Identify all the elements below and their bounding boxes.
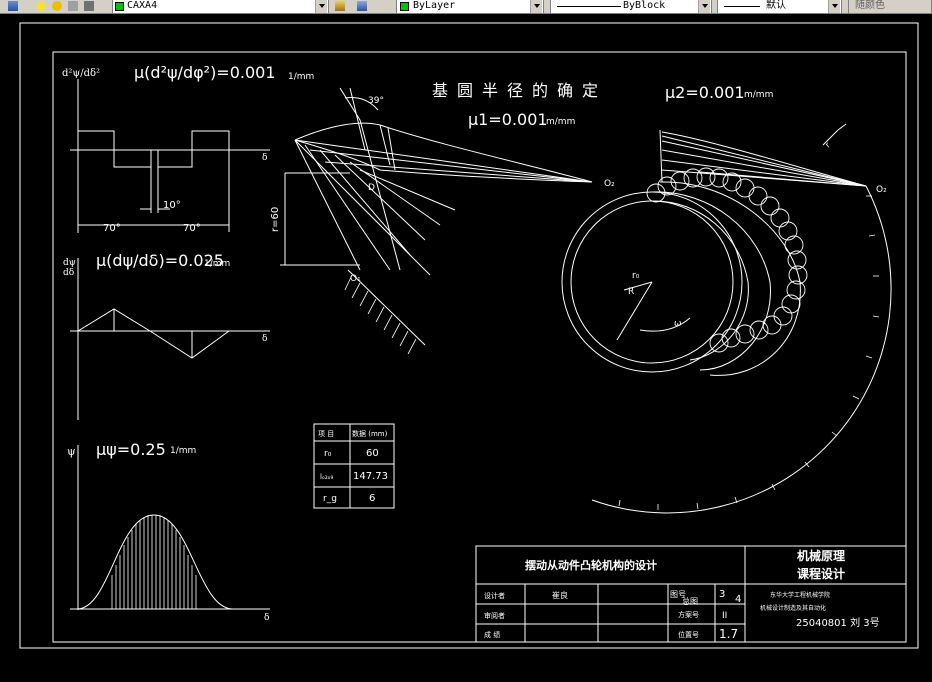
position-number-label: 位置号 xyxy=(678,630,699,639)
designer-name: 崔良 xyxy=(552,590,568,600)
displacement-graph xyxy=(70,445,270,610)
dim-70-right: 70° xyxy=(183,223,201,234)
drawing-canvas[interactable]: d²ψ/dδ² μ(d²ψ/dφ²)=0.001 1/mm δ 70° 70° … xyxy=(0,14,932,682)
velocity-graph xyxy=(70,258,270,420)
designer-label: 设计者 xyxy=(484,591,505,600)
r60-label: r=60 xyxy=(270,207,281,232)
school-line1: 东华大学工程机械学院 xyxy=(770,591,830,599)
layer-toolbar-icons xyxy=(2,0,112,14)
scale-mu1-unit: m/mm xyxy=(546,117,575,127)
sun-icon[interactable] xyxy=(52,1,63,11)
chevron-down-icon[interactable] xyxy=(315,0,327,13)
point-d-label: D xyxy=(368,183,375,193)
inner-frame xyxy=(52,51,907,643)
scale-mu-d2: μ(d²ψ/dφ²)=0.001 xyxy=(134,63,276,82)
roller-radius-label: r xyxy=(824,140,833,149)
cad-drawing: d²ψ/dδ² μ(d²ψ/dφ²)=0.001 1/mm δ 70° 70° … xyxy=(19,22,919,649)
table-row-value: 60 xyxy=(366,448,379,459)
course-title-line1: 机械原理 xyxy=(797,548,845,563)
school-line2: 机械设计制造及其自动化 xyxy=(760,604,826,612)
bulb-icon[interactable] xyxy=(36,1,47,11)
make-current-layer-icon[interactable] xyxy=(335,1,345,11)
scale-mu-psi: μψ=0.25 xyxy=(96,440,166,459)
chevron-down-icon[interactable] xyxy=(530,0,542,13)
table-row-label: r_g xyxy=(323,494,337,504)
table-header-data: 数据 (mm) xyxy=(352,429,388,438)
point-o2-left-label: O₂ xyxy=(604,179,615,189)
scale-mu-dpsi-unit: 1/mm xyxy=(204,259,230,269)
layer-extra-icons xyxy=(332,0,372,14)
axis-dpsi-top: dψ xyxy=(63,258,76,268)
linetype-dropdown-value: ByBlock xyxy=(623,0,666,11)
lock-icon[interactable] xyxy=(68,1,79,11)
table-row-value: 6 xyxy=(369,493,375,504)
color-swatch xyxy=(400,2,409,11)
dim-10: 10° xyxy=(163,200,181,211)
axis-delta-3: δ xyxy=(264,613,269,623)
base-radius-label: r₀ xyxy=(632,271,640,281)
design-title: 摆动从动件凸轮机构的设计 xyxy=(525,558,657,572)
table-row-label: lₒ₂ₒ₉ xyxy=(320,473,334,481)
table-row-label: r₀ xyxy=(324,449,332,459)
point-o2-right-label: O₂ xyxy=(876,185,887,195)
lineweight-dropdown-value: 默认 xyxy=(766,0,786,11)
layer-previous-icon[interactable] xyxy=(357,1,368,11)
student-id: 25040801 刘 3号 xyxy=(796,617,880,629)
color-dropdown[interactable]: ByLayer xyxy=(396,0,544,14)
axis-psi: ψ xyxy=(67,445,76,458)
axis-delta-2: δ xyxy=(262,334,267,344)
scale-mu2: μ2=0.001 xyxy=(665,83,745,102)
layer-color-swatch xyxy=(115,2,124,11)
course-title-line2: 课程设计 xyxy=(797,566,845,581)
linetype-preview xyxy=(557,6,621,7)
axis-d2psi-label: d²ψ/dδ² xyxy=(62,68,100,79)
point-o1-label: O₁ xyxy=(350,274,361,284)
position-number-value: 1.7 xyxy=(719,627,738,641)
scale-mu1: μ1=0.001 xyxy=(468,110,548,129)
plan-number-value: II xyxy=(722,611,727,621)
scale-mu2-unit: m/mm xyxy=(744,90,773,100)
lineweight-preview xyxy=(724,6,760,7)
reviewer-label: 审阅者 xyxy=(484,611,505,620)
chevron-down-icon[interactable] xyxy=(828,0,840,13)
axis-dpsi-bottom: dδ xyxy=(63,268,74,278)
dim-70-left: 70° xyxy=(103,223,121,234)
layer-dropdown-value: CAXA4 xyxy=(127,0,158,11)
scale-mu-psi-unit: 1/mm xyxy=(170,446,196,456)
plotstyle-dropdown-value: 随颜色 xyxy=(855,0,885,11)
axis-delta-1: δ xyxy=(262,153,267,163)
plot-icon[interactable] xyxy=(84,1,95,11)
scale-mu-d2-unit: 1/mm xyxy=(288,72,314,82)
figure-number-value: 3 xyxy=(719,589,725,600)
color-dropdown-value: ByLayer xyxy=(413,0,456,11)
total-figure-label: 总图 xyxy=(682,596,698,606)
layer-dropdown[interactable]: CAXA4 xyxy=(112,0,329,14)
roller-positions xyxy=(646,167,808,353)
omega-label: ω xyxy=(674,319,682,329)
layer-manager-icon[interactable] xyxy=(8,1,18,11)
table-header-item: 项 目 xyxy=(318,430,334,438)
plotstyle-dropdown: 随颜色 xyxy=(848,0,932,14)
lineweight-dropdown[interactable]: 默认 xyxy=(717,0,842,14)
properties-toolbar: CAXA4 ByLayer ByBlock 默认 随颜色 xyxy=(0,0,932,14)
table-row-value: 147.73 xyxy=(353,471,388,482)
chevron-down-icon[interactable] xyxy=(698,0,710,13)
grade-label: 成 绩 xyxy=(484,630,500,639)
radius-label: R xyxy=(628,287,634,297)
plan-number-label: 方案号 xyxy=(678,610,699,619)
linetype-dropdown[interactable]: ByBlock xyxy=(550,0,712,14)
angle-39-label: 39° xyxy=(368,96,384,106)
figure-total-value: 4 xyxy=(735,594,741,605)
drawing-title: 基圆半径的确定 xyxy=(432,81,607,100)
